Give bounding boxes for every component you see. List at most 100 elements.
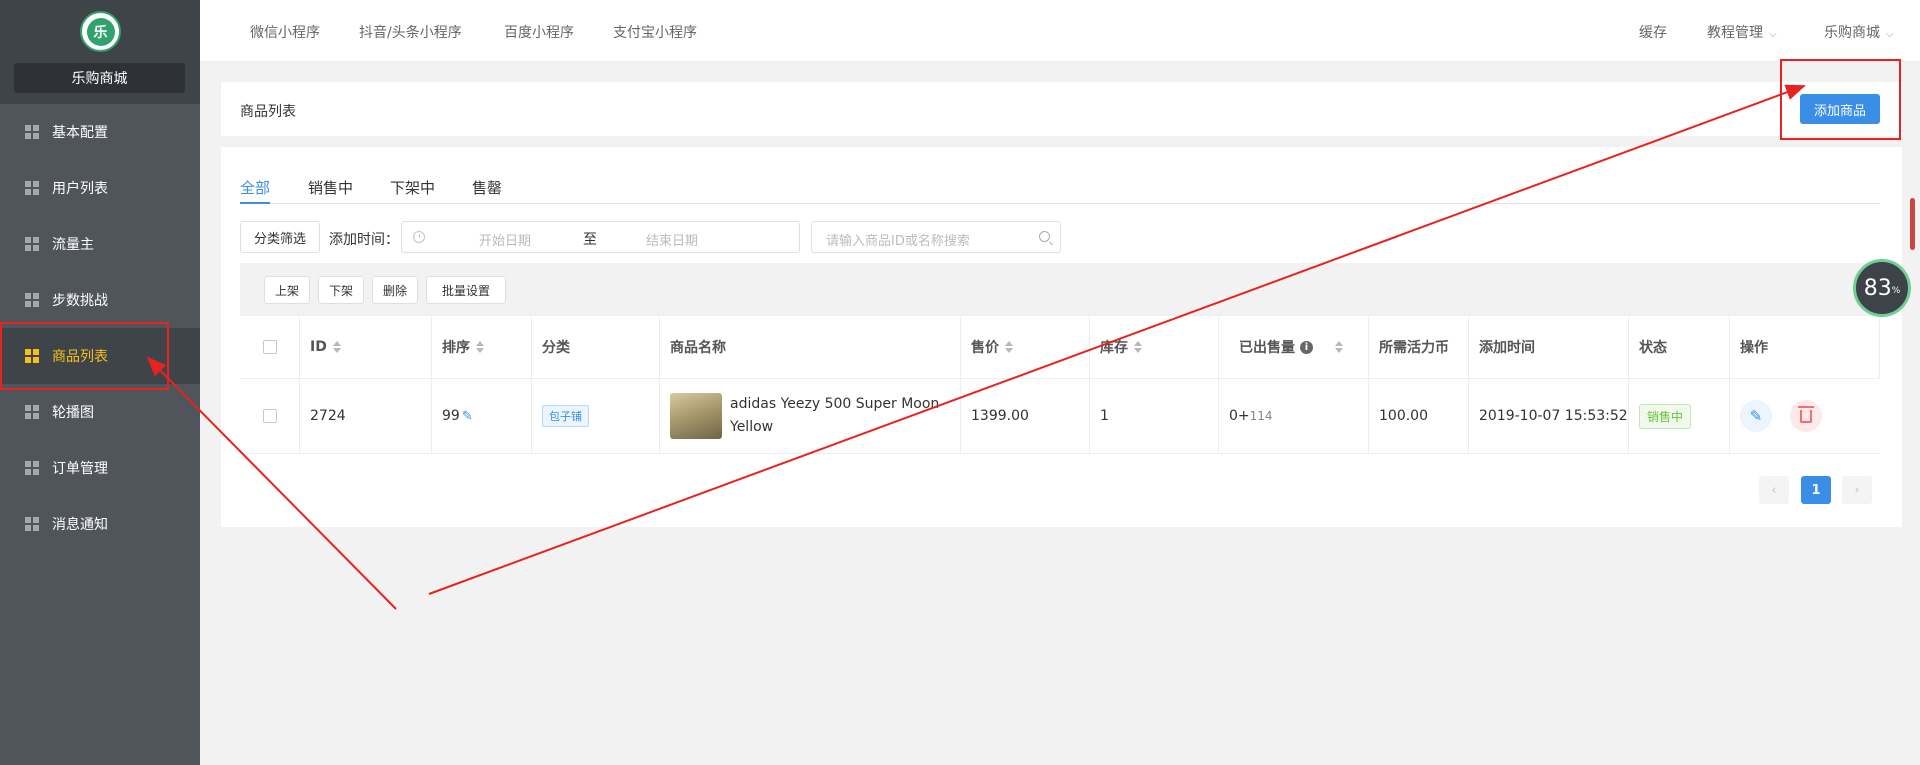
sidebar-item-step-challenge[interactable]: 步数挑战 [0,272,200,328]
tab-sold-out[interactable]: 售罄 [472,177,502,204]
trash-icon [1798,405,1814,423]
grid-icon [25,517,39,531]
delete-button[interactable] [1790,400,1822,432]
sort-icon[interactable] [1134,340,1142,354]
header-stock-label: 库存 [1100,340,1128,356]
cell-sort: 99 ✎ [432,379,532,453]
header-name: 商品名称 [660,316,961,378]
category-filter-button[interactable]: 分类筛选 [240,221,320,253]
tab-baidu-miniprogram[interactable]: 百度小程序 [504,22,574,42]
annotation-box-add-button [1780,59,1901,140]
cell-stock: 1 [1090,379,1219,453]
pagination-next-button[interactable]: › [1842,476,1872,504]
select-all-checkbox[interactable] [262,340,277,354]
search-placeholder: 请输入商品ID或名称搜索 [826,234,970,249]
bulk-delete-button[interactable]: 删除 [372,276,418,304]
grid-icon [25,405,39,419]
row-select-cell [240,379,300,453]
cache-link[interactable]: 缓存 [1639,22,1667,42]
info-icon[interactable]: i [1300,340,1313,354]
date-end-input[interactable]: 结束日期 [646,230,698,249]
header-stock[interactable]: 库存 [1090,316,1219,378]
search-input[interactable]: 请输入商品ID或名称搜索 [811,221,1061,253]
pencil-icon[interactable]: ✎ [462,409,473,424]
chevron-right-icon: › [1854,482,1860,498]
account-menu[interactable]: 乐购商城 ⌵ [1824,22,1894,42]
cell-category: 包子铺 [532,379,660,453]
header-sold-label: 已出售量 [1239,340,1295,356]
product-list-card: 全部 销售中 下架中 售罄 分类筛选 添加时间： 开始日期 至 结束日期 请输入… [221,147,1902,527]
sidebar-item-label: 流量主 [52,237,94,253]
sidebar-item-message-notice[interactable]: 消息通知 [0,496,200,552]
sidebar-item-label: 基本配置 [52,125,108,141]
performance-widget[interactable]: 83% [1853,259,1911,317]
sidebar-item-traffic-owner[interactable]: 流量主 [0,216,200,272]
header-coins-label: 所需活力币 [1379,340,1449,356]
sort-icon[interactable] [1335,340,1343,354]
edit-button[interactable]: ✎ [1740,400,1772,432]
bulk-list-button[interactable]: 上架 [264,276,310,304]
table-row: 2724 99 ✎ 包子铺 adidas Yeezy 500 Super Moon… [240,379,1880,454]
grid-icon [25,237,39,251]
performance-unit: % [1891,286,1901,296]
sidebar-item-label: 轮播图 [52,405,94,421]
logo-glyph: 乐 [86,17,115,46]
scrollbar-thumb[interactable] [1910,198,1915,250]
tab-alipay-miniprogram[interactable]: 支付宝小程序 [613,22,697,42]
tab-douyin-miniprogram[interactable]: 抖音/头条小程序 [359,22,462,42]
bulk-action-bar: 上架 下架 删除 批量设置 [240,263,1880,315]
sidebar-item-label: 订单管理 [52,461,108,477]
header-id[interactable]: ID [300,316,432,378]
sidebar-item-basic-config[interactable]: 基本配置 [0,104,200,160]
tutorial-menu-label: 教程管理 [1707,25,1763,41]
date-range-picker[interactable]: 开始日期 至 结束日期 [401,221,800,253]
search-icon[interactable] [1039,231,1050,242]
header-status: 状态 [1629,316,1730,378]
pagination-page-1[interactable]: 1 [1801,476,1831,504]
sidebar-item-user-list[interactable]: 用户列表 [0,160,200,216]
date-separator: 至 [583,232,597,248]
tab-all[interactable]: 全部 [240,177,271,204]
header-added: 添加时间 [1469,316,1629,378]
sold-extra: 114 [1249,409,1273,423]
date-start-input[interactable]: 开始日期 [479,230,531,249]
table-header: ID 排序 分类 商品名称 售价 库存 已出售量 i 所需活力币 添加时间 状态… [240,315,1880,379]
tab-off-shelf[interactable]: 下架中 [390,177,435,204]
top-nav: 微信小程序 抖音/头条小程序 百度小程序 支付宝小程序 缓存 教程管理 ⌵ 乐购商… [200,0,1920,61]
header-sold[interactable]: 已出售量 i [1219,316,1369,378]
header-actions-label: 操作 [1740,340,1768,356]
grid-icon [25,181,39,195]
page-title: 商品列表 [240,104,296,120]
bulk-delist-button[interactable]: 下架 [318,276,364,304]
category-tag: 包子铺 [542,405,589,427]
tab-on-sale[interactable]: 销售中 [308,177,353,204]
status-tabs: 全部 销售中 下架中 售罄 [240,177,1880,204]
product-table: ID 排序 分类 商品名称 售价 库存 已出售量 i 所需活力币 添加时间 状态… [240,315,1880,455]
pencil-icon: ✎ [1749,407,1763,425]
header-name-label: 商品名称 [670,340,726,356]
header-category-label: 分类 [542,340,570,356]
product-name: adidas Yeezy 500 Super Moon Yellow [730,396,940,435]
grid-icon [25,293,39,307]
header-sort[interactable]: 排序 [432,316,532,378]
sort-icon[interactable] [332,340,341,354]
sidebar-item-label: 消息通知 [52,517,108,533]
sort-icon[interactable] [1005,340,1013,354]
header-coins: 所需活力币 [1369,316,1469,378]
chevron-left-icon: ‹ [1771,482,1777,498]
cell-coins: 100.00 [1369,379,1469,453]
sort-icon[interactable] [476,340,484,354]
header-status-label: 状态 [1639,340,1667,356]
tab-wechat-miniprogram[interactable]: 微信小程序 [250,22,320,42]
bulk-settings-button[interactable]: 批量设置 [426,276,506,304]
sidebar-item-label: 步数挑战 [52,293,108,309]
sidebar-item-order-management[interactable]: 订单管理 [0,440,200,496]
performance-percent: 83 [1863,275,1892,301]
sidebar-item-banner[interactable]: 轮播图 [0,384,200,440]
sidebar-item-label: 用户列表 [52,181,108,197]
row-checkbox[interactable] [262,409,277,423]
header-price[interactable]: 售价 [961,316,1090,378]
pagination-prev-button[interactable]: ‹ [1759,476,1789,504]
tutorial-menu[interactable]: 教程管理 ⌵ [1707,22,1777,42]
header-actions: 操作 [1730,316,1880,378]
